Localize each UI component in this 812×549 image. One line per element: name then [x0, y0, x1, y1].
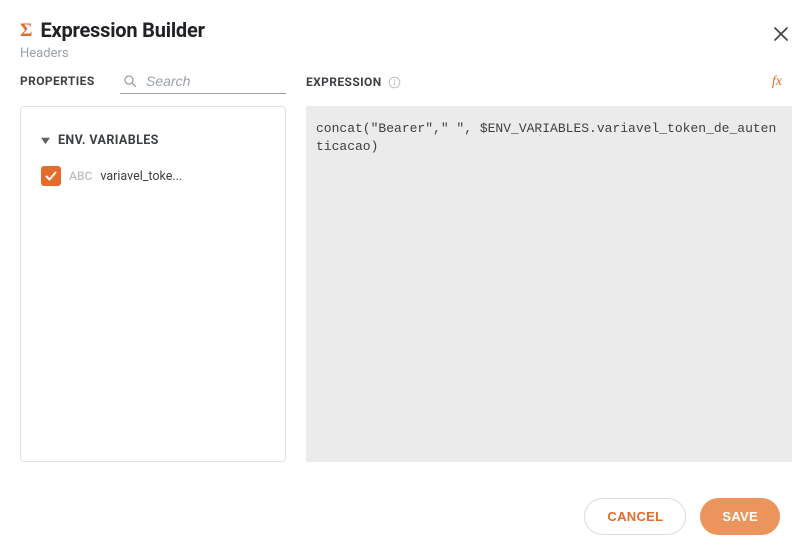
- expression-editor[interactable]: concat("Bearer"," ", $ENV_VARIABLES.vari…: [306, 106, 792, 462]
- close-button[interactable]: [770, 22, 792, 48]
- title-row: Σ Expression Builder: [20, 18, 205, 42]
- main-content: ENV. VARIABLES ABC variavel_toke... conc…: [0, 94, 812, 462]
- fx-icon[interactable]: fx: [772, 74, 782, 90]
- expression-label: EXPRESSION: [306, 75, 382, 89]
- variable-name: variavel_toke...: [100, 169, 182, 184]
- expression-header: EXPRESSION fx: [306, 74, 792, 94]
- dialog-footer: CANCEL SAVE: [584, 498, 780, 535]
- info-icon[interactable]: [388, 76, 401, 89]
- checkbox-checked-icon[interactable]: [41, 166, 61, 186]
- search-icon: [122, 73, 138, 89]
- dialog-header: Σ Expression Builder Headers: [0, 0, 812, 65]
- header-left: Σ Expression Builder Headers: [20, 18, 205, 61]
- close-icon: [774, 25, 788, 45]
- dialog-subtitle: Headers: [20, 46, 205, 61]
- code-area[interactable]: concat("Bearer"," ", $ENV_VARIABLES.vari…: [316, 120, 782, 448]
- collapse-icon: [41, 136, 50, 145]
- expression-label-group: EXPRESSION: [306, 75, 401, 89]
- toolbar: PROPERTIES EXPRESSION fx: [0, 71, 812, 94]
- search-field[interactable]: [120, 71, 286, 94]
- properties-panel: ENV. VARIABLES ABC variavel_toke...: [20, 106, 286, 462]
- search-input[interactable]: [146, 73, 276, 89]
- properties-label: PROPERTIES: [20, 74, 120, 94]
- variable-row[interactable]: ABC variavel_toke...: [41, 166, 265, 186]
- variable-type: ABC: [69, 169, 92, 183]
- group-label: ENV. VARIABLES: [58, 133, 159, 148]
- dialog-title: Expression Builder: [40, 18, 204, 42]
- save-button[interactable]: SAVE: [700, 498, 780, 535]
- cancel-button[interactable]: CANCEL: [584, 498, 686, 535]
- sigma-icon: Σ: [20, 21, 32, 40]
- group-header[interactable]: ENV. VARIABLES: [41, 133, 265, 148]
